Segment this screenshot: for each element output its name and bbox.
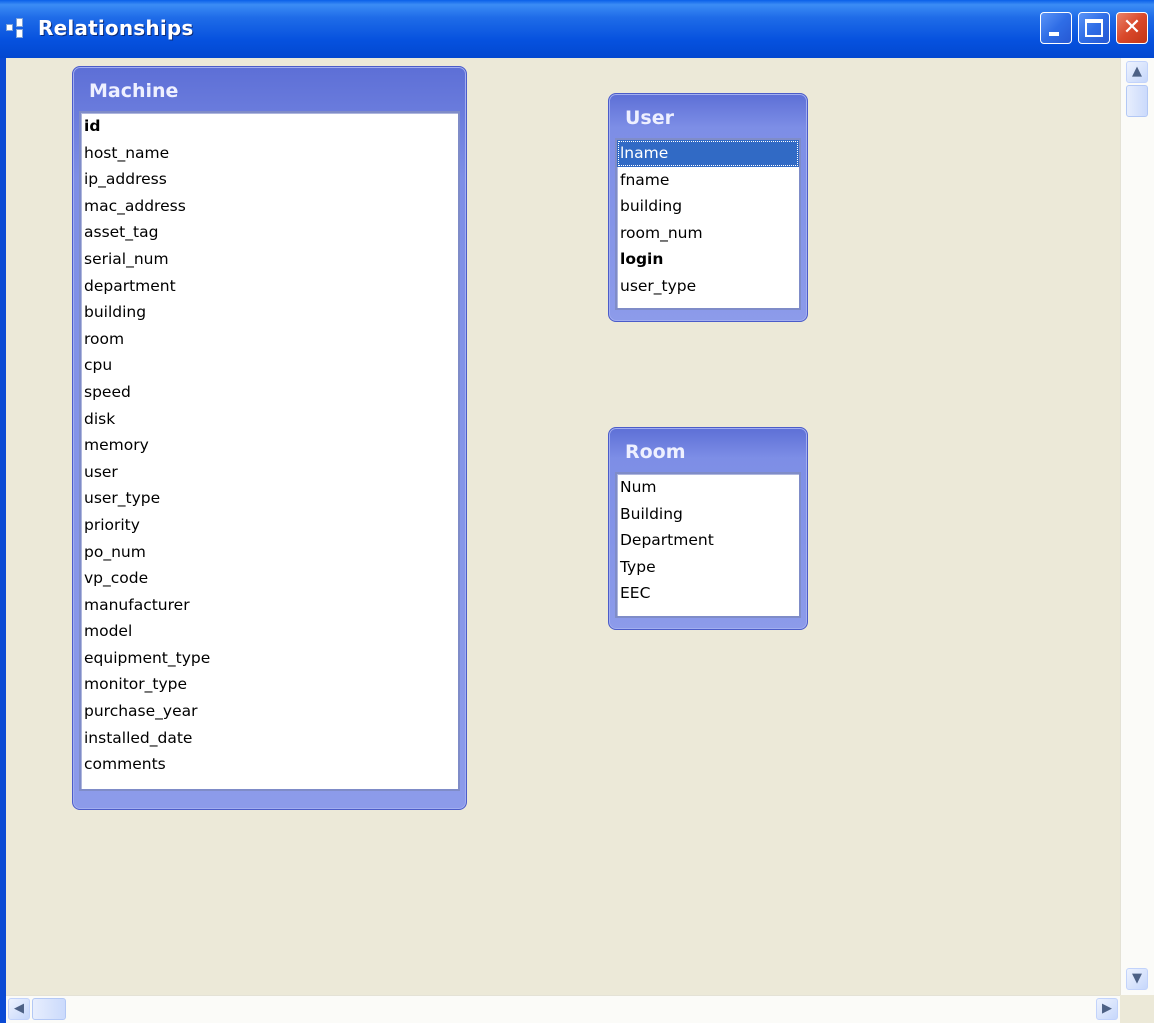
field-machine-model[interactable]: model [81,618,458,645]
field-machine-department[interactable]: department [81,273,458,300]
field-user-fname[interactable]: fname [617,167,799,194]
horizontal-scrollbar[interactable]: ◀ ▶ [6,995,1120,1023]
field-machine-building[interactable]: building [81,299,458,326]
vertical-scroll-thumb[interactable] [1126,85,1148,117]
field-user-lname[interactable]: lname [617,140,799,167]
field-machine-installed_date[interactable]: installed_date [81,725,458,752]
relationships-icon[interactable] [6,18,34,38]
window-title: Relationships [38,16,194,40]
field-machine-ip_address[interactable]: ip_address [81,166,458,193]
table-user-title[interactable]: User [613,98,803,138]
field-machine-id[interactable]: id [81,113,458,140]
close-icon: ✕ [1122,15,1142,40]
table-machine-field-list[interactable]: id host_name ip_address mac_address asset_ta… [79,111,460,791]
maximize-icon [1085,19,1103,37]
arrow-down-icon: ▼ [1132,971,1142,986]
field-machine-mac_address[interactable]: mac_address [81,193,458,220]
arrow-up-icon: ▲ [1132,64,1142,79]
field-machine-disk[interactable]: disk [81,406,458,433]
field-machine-user[interactable]: user [81,459,458,486]
scrollbar-corner [1120,995,1154,1023]
field-machine-asset_tag[interactable]: asset_tag [81,219,458,246]
table-room[interactable]: Room Num Building Department Type EEC [608,427,808,630]
field-user-room_num[interactable]: room_num [617,220,799,247]
field-machine-speed[interactable]: speed [81,379,458,406]
title-bar[interactable]: Relationships ✕ [0,0,1154,58]
maximize-button[interactable] [1078,12,1110,44]
field-machine-equipment_type[interactable]: equipment_type [81,645,458,672]
field-user-building[interactable]: building [617,193,799,220]
field-machine-priority[interactable]: priority [81,512,458,539]
table-room-field-list[interactable]: Num Building Department Type EEC [615,472,801,618]
scroll-down-button[interactable]: ▼ [1126,968,1148,990]
relationships-canvas[interactable]: Machine id host_name ip_address mac_address… [6,58,1120,995]
table-user[interactable]: User lname fname building room_num login user… [608,93,808,322]
table-user-field-list[interactable]: lname fname building room_num login user_type [615,138,801,310]
field-machine-po_num[interactable]: po_num [81,539,458,566]
scroll-right-button[interactable]: ▶ [1096,998,1118,1020]
table-machine[interactable]: Machine id host_name ip_address mac_address… [72,66,467,810]
arrow-left-icon: ◀ [14,1001,24,1016]
minimize-icon [1049,32,1059,36]
vertical-scrollbar[interactable]: ▲ ▼ [1120,58,1154,995]
close-button[interactable]: ✕ [1116,12,1148,44]
field-machine-cpu[interactable]: cpu [81,352,458,379]
field-machine-manufacturer[interactable]: manufacturer [81,592,458,619]
field-machine-room[interactable]: room [81,326,458,353]
field-machine-monitor_type[interactable]: monitor_type [81,671,458,698]
field-room-type[interactable]: Type [617,554,799,581]
scroll-up-button[interactable]: ▲ [1126,61,1148,83]
field-machine-comments[interactable]: comments [81,751,458,778]
scroll-left-button[interactable]: ◀ [8,998,30,1020]
minimize-button[interactable] [1040,12,1072,44]
field-machine-purchase_year[interactable]: purchase_year [81,698,458,725]
table-room-title[interactable]: Room [613,432,803,472]
arrow-right-icon: ▶ [1102,1001,1112,1016]
table-machine-title[interactable]: Machine [77,71,462,111]
field-machine-serial_num[interactable]: serial_num [81,246,458,273]
field-machine-vp_code[interactable]: vp_code [81,565,458,592]
field-room-num[interactable]: Num [617,474,799,501]
field-machine-user_type[interactable]: user_type [81,485,458,512]
field-machine-host_name[interactable]: host_name [81,140,458,167]
field-room-department[interactable]: Department [617,527,799,554]
field-user-user_type[interactable]: user_type [617,273,799,300]
field-room-eec[interactable]: EEC [617,580,799,607]
field-user-login[interactable]: login [617,246,799,273]
horizontal-scroll-thumb[interactable] [32,998,66,1020]
field-machine-memory[interactable]: memory [81,432,458,459]
relationships-window: Relationships ✕ Machine id host_name ip_ad… [0,0,1154,1023]
field-room-building[interactable]: Building [617,501,799,528]
